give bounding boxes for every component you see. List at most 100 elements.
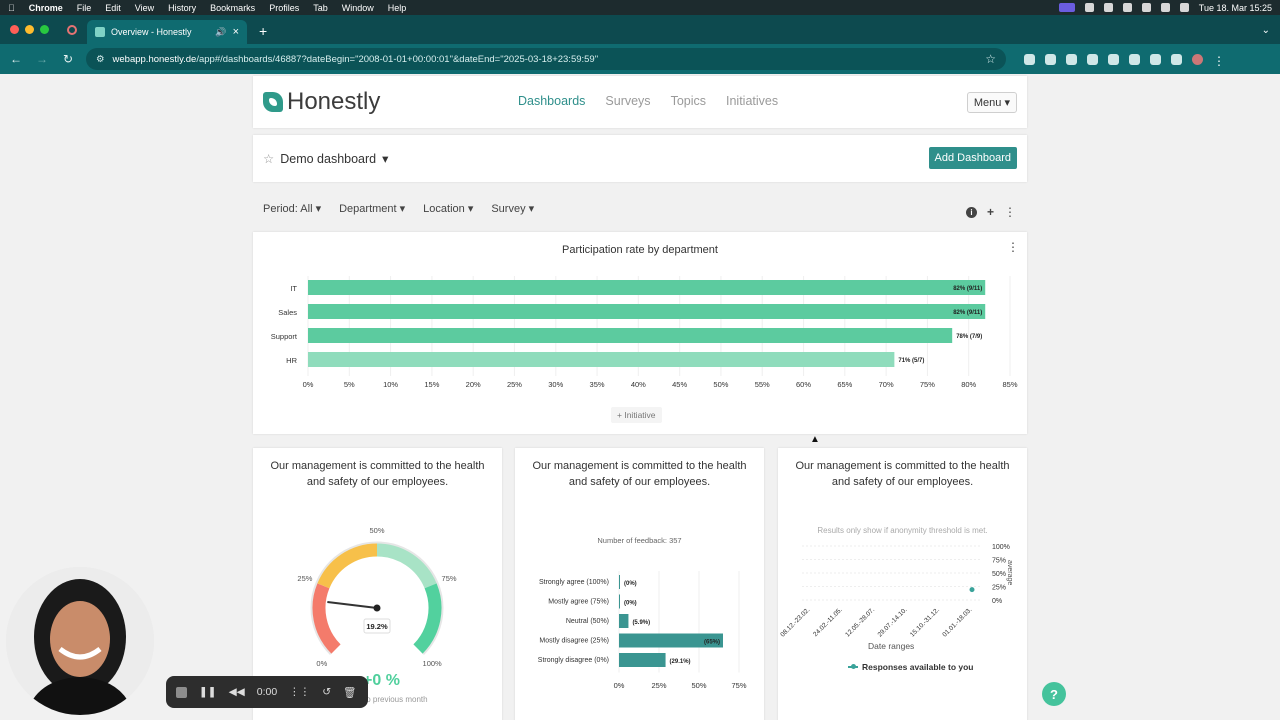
extension-icon[interactable] [1024,53,1035,65]
bar-data-label: 82% (9/11) [953,286,982,292]
data-point [969,587,975,593]
trash-icon[interactable]: 🗑 [343,686,356,699]
y-tick-label: HR [286,356,297,365]
url-host: webapp.honestly.de [112,53,197,65]
filter-location[interactable]: Location ▾ [423,202,473,215]
tab-audio-icon[interactable]: 🔊 [215,27,226,38]
profile-avatar[interactable] [1192,53,1203,65]
apple-icon[interactable]:  [8,3,15,13]
extensions-area: ⋮ [1024,53,1225,68]
presenter-video-frame [6,567,154,715]
extension-icon[interactable] [1045,53,1056,65]
nav-surveys[interactable]: Surveys [605,94,650,108]
close-window-button[interactable] [10,25,19,34]
menubar-clock[interactable]: Tue 18. Mar 15:25 [1199,3,1272,13]
x-tick-label: 15.10.-31.12. [909,606,941,638]
menubar-item-edit[interactable]: Edit [105,3,121,13]
address-bar[interactable]: ⚙ webapp.honestly.de/app#/dashboards/468… [86,48,1006,70]
info-icon[interactable]: i [966,206,977,218]
menubar-item-profiles[interactable]: Profiles [269,3,299,13]
control-center-icon[interactable] [1179,3,1189,12]
filter-period[interactable]: Period: All ▾ [263,202,321,215]
chart-legend[interactable]: Responses available to you [848,662,973,672]
screen-recorder-icon[interactable] [1058,3,1075,12]
add-dashboard-button[interactable]: Add Dashboard [928,147,1017,169]
x-tick-label: 45% [672,380,687,389]
menubar-item-bookmarks[interactable]: Bookmarks [210,3,255,13]
y-tick-label: Support [271,332,298,341]
x-tick-label: 60% [796,380,811,389]
extension-icon[interactable] [1087,53,1098,65]
extensions-puzzle-icon[interactable] [1171,53,1182,65]
bar-data-label: (0%) [624,581,637,587]
grid-icon[interactable]: ⋮⋮ [289,686,310,698]
extension-icon[interactable] [1108,53,1119,65]
browser-tab-active[interactable]: Overview - Honestly 🔊 × [87,20,247,44]
menubar-item-tab[interactable]: Tab [313,3,328,13]
nav-dashboards[interactable]: Dashboards [518,94,585,108]
favorite-star-icon[interactable]: ☆ [263,151,274,166]
y-tick-label: Strongly agree (100%) [539,579,609,586]
menubar-app-name[interactable]: Chrome [29,3,63,13]
dashboard-selector[interactable]: ☆ Demo dashboard ▾ [263,151,388,167]
filter-survey[interactable]: Survey ▾ [491,202,534,215]
menubar-item-history[interactable]: History [168,3,196,13]
honestly-logo[interactable]: Honestly [263,88,380,116]
search-icon[interactable] [1160,3,1170,12]
rewind-icon[interactable]: ◀◀ [229,686,245,698]
recording-controls: ❚❚ ◀◀ 0:00 ⋮⋮ ↺ 🗑 [166,676,368,708]
menubar-item-help[interactable]: Help [388,3,407,13]
x-tick-label: 35% [590,380,605,389]
bar [308,304,986,319]
pause-icon[interactable]: ❚❚ [199,686,217,698]
close-tab-icon[interactable]: × [233,26,239,38]
tab-search-icon[interactable]: ⌄ [1262,25,1270,36]
recording-time: 0:00 [256,686,278,698]
add-initiative-button[interactable]: + Initiative [611,407,662,423]
status-icon[interactable] [1103,3,1113,12]
bookmark-star-icon[interactable]: ☆ [985,52,996,66]
more-options-icon[interactable]: ⋮ [1004,205,1016,219]
add-widget-icon[interactable]: + [987,205,994,219]
wifi-icon[interactable] [1141,3,1151,12]
x-tick-label: 24.02.-11.05. [812,606,844,638]
restart-icon[interactable]: ↺ [322,686,331,698]
site-info-icon[interactable]: ⚙ [96,54,105,65]
presenter-webcam [6,567,154,715]
help-button[interactable]: ? [1042,682,1066,706]
minimize-window-button[interactable] [25,25,34,34]
extension-icon[interactable] [1129,53,1140,65]
forward-button[interactable]: → [34,52,50,66]
anonymity-note: Results only show if anonymity threshold… [817,526,988,535]
stop-icon[interactable] [176,686,187,698]
y-tick-label: 50% [992,571,1006,578]
trend-line-chart: 0% 25% 50% 75% 100% average 08.12.-23.02. 24.02… [779,544,1013,639]
status-icon[interactable] [1084,3,1094,12]
battery-icon[interactable] [1122,3,1132,12]
menu-button[interactable]: Menu ▾ [966,92,1017,113]
x-tick-label: 70% [879,380,894,389]
nav-initiatives[interactable]: Initiatives [726,94,778,108]
initiative-label: Initiative [624,410,656,420]
y-tick-label: 75% [992,558,1006,565]
extension-icon[interactable] [1066,53,1077,65]
filter-department[interactable]: Department ▾ [339,202,405,215]
gauge-segment [317,543,378,589]
tab-title: Overview - Honestly [111,27,192,37]
extension-icon[interactable] [1150,53,1161,65]
logo-mark-icon [263,92,283,112]
menubar-item-view[interactable]: View [135,3,154,13]
menubar-item-file[interactable]: File [77,3,92,13]
x-tick-label: 08.12.-23.02. [779,606,811,638]
chrome-menu-icon[interactable]: ⋮ [1213,54,1225,68]
new-tab-button[interactable]: + [259,23,267,39]
nav-topics[interactable]: Topics [671,94,706,108]
menubar-item-window[interactable]: Window [342,3,374,13]
x-axis-title: Date ranges [868,641,915,651]
reload-button[interactable]: ↻ [60,52,76,66]
back-button[interactable]: ← [8,52,24,66]
recording-indicator-icon [67,25,77,35]
maximize-window-button[interactable] [40,25,49,34]
y-tick-label: Strongly disagree (0%) [538,657,609,664]
plus-icon: + [617,410,622,420]
